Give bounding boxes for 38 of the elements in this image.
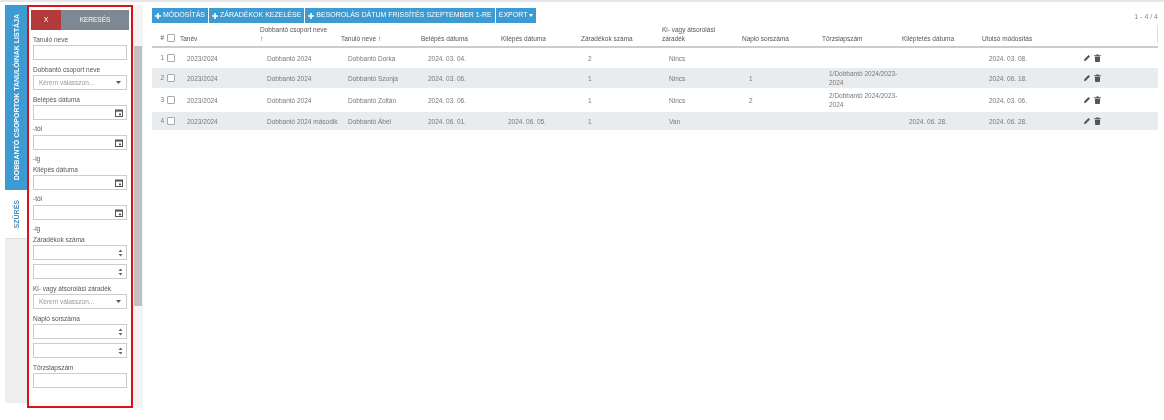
pencil-icon[interactable] <box>1083 96 1091 104</box>
input-field[interactable] <box>33 135 127 150</box>
row-checkbox[interactable] <box>167 117 175 125</box>
spinner-icon[interactable] <box>118 327 123 336</box>
scrollbar[interactable] <box>133 5 143 408</box>
input-field[interactable] <box>33 205 127 220</box>
calendar-icon[interactable] <box>115 108 123 117</box>
plus-icon <box>308 12 315 19</box>
dropdown-caret-icon[interactable] <box>116 81 121 84</box>
input-field[interactable] <box>33 105 127 120</box>
input-field[interactable] <box>33 175 127 190</box>
plus-icon <box>212 12 218 19</box>
trash-icon[interactable] <box>1094 54 1101 62</box>
input-field[interactable] <box>33 264 127 279</box>
row-checkbox[interactable] <box>167 74 175 82</box>
row-checkbox[interactable] <box>167 54 175 62</box>
input-field[interactable] <box>33 324 127 339</box>
calendar-icon[interactable] <box>115 138 123 147</box>
caret-icon <box>529 14 534 17</box>
dropdown-caret-icon[interactable] <box>116 300 121 303</box>
input-field[interactable] <box>33 343 127 358</box>
select-all-checkbox[interactable] <box>167 34 175 43</box>
input-field[interactable] <box>33 45 127 60</box>
spinner-icon[interactable] <box>118 346 123 355</box>
calendar-icon[interactable] <box>115 208 123 217</box>
pencil-icon[interactable] <box>1083 117 1091 125</box>
trash-icon[interactable] <box>1094 96 1101 104</box>
calendar-icon[interactable] <box>115 178 123 187</box>
pencil-icon[interactable] <box>1083 54 1091 62</box>
plus-icon <box>155 12 161 19</box>
pencil-icon[interactable] <box>1083 74 1091 82</box>
spinner-icon[interactable] <box>118 267 123 276</box>
trash-icon[interactable] <box>1094 117 1101 125</box>
input-field[interactable] <box>33 373 127 388</box>
trash-icon[interactable] <box>1094 74 1101 82</box>
input-field[interactable] <box>33 245 127 260</box>
spinner-icon[interactable] <box>118 248 123 257</box>
row-checkbox[interactable] <box>167 96 175 104</box>
